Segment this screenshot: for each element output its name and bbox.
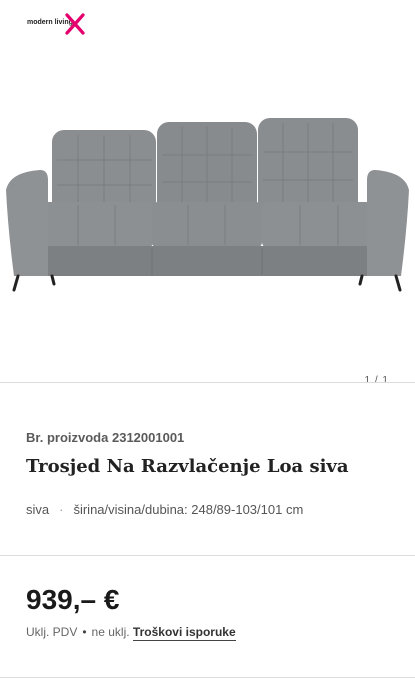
brand-logo: modern living bbox=[27, 12, 97, 38]
product-price: 939,– € bbox=[26, 584, 120, 615]
bullet-dot: • bbox=[82, 625, 87, 639]
tax-label: Uklj. PDV bbox=[26, 625, 78, 639]
product-gallery[interactable]: modern living 1 / 1 bbox=[0, 0, 415, 386]
product-title-strong: Trosjed bbox=[26, 456, 101, 477]
logo-x-icon bbox=[65, 13, 85, 35]
shipping-prefix: ne uklj. bbox=[91, 625, 130, 639]
product-image[interactable] bbox=[0, 110, 415, 300]
product-color: siva bbox=[26, 502, 50, 517]
divider bbox=[0, 555, 415, 556]
product-specs: siva · širina/visina/dubina: 248/89-103/10… bbox=[26, 502, 303, 517]
divider bbox=[0, 382, 415, 383]
product-dimensions: širina/visina/dubina: 248/89-103/101 cm bbox=[73, 502, 304, 517]
shipping-costs-link[interactable]: Troškovi isporuke bbox=[132, 625, 236, 641]
product-title-rest: Na Razvlačenje Loa siva bbox=[100, 456, 349, 477]
product-number-label: Br. proizvoda bbox=[26, 430, 109, 445]
gallery-pager: 1 / 1 bbox=[364, 375, 389, 386]
divider bbox=[0, 677, 415, 678]
product-number-value: 2312001001 bbox=[111, 430, 185, 445]
separator-dot: · bbox=[59, 502, 64, 517]
product-number: Br. proizvoda 2312001001 bbox=[26, 430, 184, 445]
product-title: Trosjed Na Razvlačenje Loa siva bbox=[26, 456, 349, 477]
tax-info: Uklj. PDV • ne uklj. Troškovi isporuke bbox=[26, 625, 236, 641]
